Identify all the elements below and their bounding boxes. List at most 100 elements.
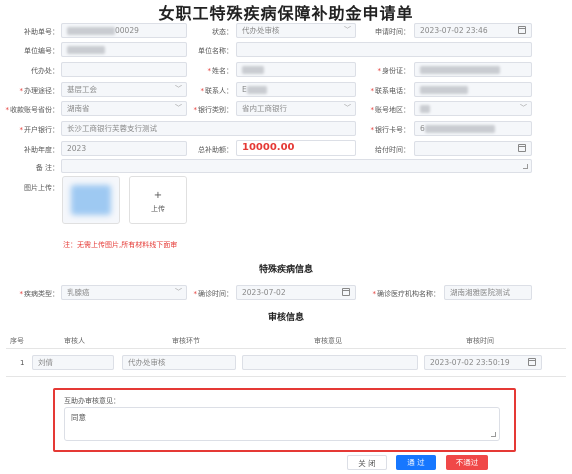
resize-handle-icon — [491, 432, 496, 437]
province-label: *收款账号省份： — [4, 105, 60, 115]
assist-opinion-box: 互助办审核意见： 同意 — [53, 388, 516, 452]
disease-type-value: 乳腺癌 — [67, 288, 90, 297]
province-select[interactable]: 湖南省 ﹀ — [61, 101, 187, 116]
province-value: 湖南省 — [67, 104, 90, 113]
diag-time-label-text: 确诊时间： — [198, 290, 233, 298]
year-label: 补助年度： — [24, 146, 59, 154]
chevron-down-icon: ﹀ — [344, 26, 351, 34]
card-field[interactable]: 6 — [414, 121, 532, 136]
page: 女职工特殊疾病保障补助金申请单 补助单号： 00029 状态： 代办处审核 ﹀ 申… — [0, 0, 572, 474]
card-label: *银行卡号： — [358, 125, 411, 135]
redacted-value — [67, 46, 105, 54]
audit-time-value: 2023-07-02 23:50:19 — [430, 358, 510, 367]
close-button[interactable]: 关 闭 — [347, 455, 387, 470]
stage-value: 代办处审核 — [128, 358, 166, 367]
unit-no-field[interactable] — [61, 42, 187, 57]
required-mark: * — [5, 106, 10, 114]
hospital-label: *确诊医疗机构名称： — [362, 289, 441, 299]
chevron-down-icon: ﹀ — [175, 104, 182, 112]
status-select[interactable]: 代办处审核 ﹀ — [236, 23, 356, 38]
assist-opinion-textarea[interactable]: 同意 — [64, 407, 500, 441]
channel-label: *办理途径： — [4, 86, 60, 96]
channel-select[interactable]: 基层工会 ﹀ — [61, 82, 187, 97]
total-value: 10000.00 — [242, 142, 295, 153]
required-mark: * — [19, 290, 24, 298]
branch-value: 长沙工商银行芙蓉支行测试 — [67, 124, 157, 133]
chevron-down-icon: ﹀ — [175, 288, 182, 296]
year-value: 2023 — [67, 144, 87, 153]
subsidy-no-suffix: 00029 — [115, 26, 139, 35]
phone-field[interactable] — [414, 82, 532, 97]
chevron-down-icon: ﹀ — [520, 104, 527, 112]
region-label-text: 账号地区： — [375, 106, 410, 114]
required-mark: * — [370, 87, 375, 95]
province-label-text: 收款账号省份： — [10, 106, 59, 114]
uploaded-image[interactable] — [62, 176, 120, 224]
redacted-value — [67, 27, 115, 35]
remark-textarea[interactable] — [61, 159, 532, 173]
total-label: 总补助额： — [198, 146, 233, 154]
stage-field[interactable]: 代办处审核 — [122, 355, 236, 370]
total-field[interactable]: 10000.00 — [236, 140, 356, 156]
disease-type-label-text: 疾病类型： — [24, 290, 59, 298]
required-mark: * — [19, 126, 24, 134]
status-value: 代办处审核 — [242, 26, 280, 35]
audit-time-field[interactable]: 2023-07-02 23:50:19 — [424, 355, 542, 370]
contact-label: *联系人： — [188, 86, 234, 96]
table-row: 1 刘倩 代办处审核 2023-07-02 23:50:19 — [6, 349, 566, 377]
disease-section-heading: 特殊疾病信息 — [258, 265, 313, 275]
reviewer-field[interactable]: 刘倩 — [32, 355, 114, 370]
reject-button[interactable]: 不通过 — [446, 455, 488, 470]
bank-type-value: 省内工商银行 — [242, 104, 287, 113]
image-thumbnail — [71, 185, 111, 215]
redacted-value — [424, 125, 495, 133]
channel-value: 基层工会 — [67, 85, 97, 94]
disease-type-label: *疾病类型： — [4, 289, 60, 299]
upload-button[interactable]: + 上传 — [129, 176, 187, 224]
name-field[interactable] — [236, 62, 356, 77]
hospital-value: 湖南湘雅医院测试 — [450, 288, 510, 297]
subsidy-no-label: 补助单号： — [24, 28, 59, 36]
branch-label: *开户银行： — [4, 125, 60, 135]
redacted-value — [242, 66, 264, 74]
agent-label: 代办处： — [31, 67, 59, 75]
unit-name-field[interactable] — [236, 42, 532, 57]
branch-field[interactable]: 长沙工商银行芙蓉支行测试 — [61, 121, 356, 136]
calendar-icon — [518, 144, 526, 152]
region-select[interactable]: ﹀ — [414, 101, 532, 116]
year-field[interactable]: 2023 — [61, 141, 187, 156]
contact-field[interactable]: E — [236, 82, 356, 97]
required-mark: * — [193, 290, 198, 298]
phone-label: *联系电话： — [358, 86, 411, 96]
agent-field[interactable] — [61, 62, 187, 77]
hospital-field[interactable]: 湖南湘雅医院测试 — [444, 285, 532, 300]
redacted-value — [420, 86, 468, 94]
pass-button[interactable]: 通 过 — [396, 455, 436, 470]
audit-section-heading: 审核信息 — [267, 313, 304, 323]
id-field[interactable] — [414, 62, 532, 77]
reviewer-value: 刘倩 — [38, 358, 53, 367]
col-time: 审核时间 — [466, 337, 494, 345]
row-index: 1 — [20, 359, 25, 367]
diag-time-field[interactable]: 2023-07-02 — [236, 285, 356, 300]
resize-handle-icon — [523, 164, 528, 169]
redacted-value — [246, 86, 267, 94]
contact-label-text: 联系人： — [205, 87, 233, 95]
calendar-icon — [518, 26, 526, 34]
pay-time-field[interactable] — [414, 141, 532, 156]
required-mark: * — [370, 126, 375, 134]
required-mark: * — [200, 87, 205, 95]
apply-time-label: 申请时间： — [375, 28, 410, 36]
hospital-label-text: 确诊医疗机构名称： — [377, 290, 440, 298]
col-reviewer: 审核人 — [64, 337, 85, 345]
disease-type-select[interactable]: 乳腺癌 ﹀ — [61, 285, 187, 300]
required-mark: * — [372, 290, 377, 298]
branch-label-text: 开户银行： — [24, 126, 59, 134]
apply-time-field[interactable]: 2023-07-02 23:46 — [414, 23, 532, 38]
redacted-value — [420, 105, 430, 113]
bank-type-select[interactable]: 省内工商银行 ﹀ — [236, 101, 356, 116]
diag-time-value: 2023-07-02 — [242, 288, 286, 297]
opinion-field[interactable] — [242, 355, 418, 370]
status-label: 状态： — [212, 28, 233, 36]
subsidy-no-field[interactable]: 00029 — [61, 23, 187, 38]
